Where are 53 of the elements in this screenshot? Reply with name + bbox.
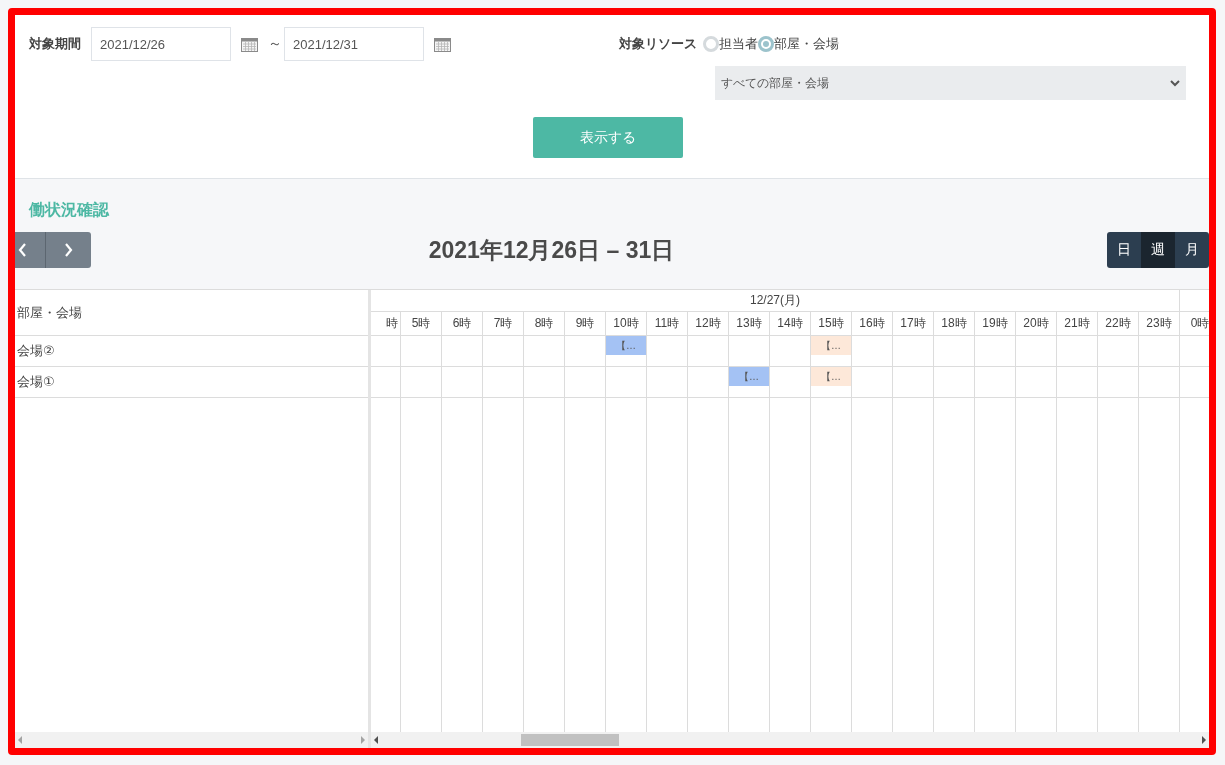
date-field[interactable]: 2021/12/26 [91, 27, 231, 61]
scroll-left-icon[interactable] [374, 736, 379, 744]
hour-label: 時 [386, 315, 398, 332]
chevron-right-icon [64, 243, 73, 257]
event-block[interactable]: 【… [729, 367, 769, 386]
view-tab[interactable]: 日 [1107, 232, 1141, 268]
hour-label: 18時 [941, 315, 967, 332]
page-title: 働状況確認 [27, 200, 110, 220]
resource-label: 対象リソース [619, 35, 697, 53]
hour-label: 5時 [411, 315, 431, 332]
radio-label[interactable]: 担当者 [719, 35, 758, 53]
chevron-left-icon [18, 243, 27, 257]
hour-label: 10時 [613, 315, 639, 332]
radio-button[interactable] [703, 36, 719, 52]
hour-label: 17時 [900, 315, 926, 332]
period-label: 対象期間 [29, 35, 81, 53]
hour-label: 20時 [1023, 315, 1049, 332]
hour-label: 0時 [1190, 315, 1209, 332]
hour-label: 7時 [493, 315, 513, 332]
next-button[interactable] [46, 232, 91, 268]
radio-label[interactable]: 部屋・会場 [774, 35, 839, 53]
hour-label: 19時 [982, 315, 1008, 332]
hour-label: 8時 [534, 315, 554, 332]
radio-button[interactable] [758, 36, 774, 52]
hour-label: 12時 [695, 315, 721, 332]
hour-label: 15時 [818, 315, 844, 332]
date-field[interactable]: 2021/12/31 [284, 27, 424, 61]
event-block[interactable]: 【… [811, 336, 851, 355]
hour-label: 9時 [575, 315, 595, 332]
event-block[interactable]: 【… [606, 336, 646, 355]
view-tab[interactable]: 週 [1141, 232, 1175, 268]
range-separator: ～ [268, 35, 282, 53]
scrollbar-thumb[interactable] [521, 734, 619, 746]
date-range-title: 2021年12月26日 – 31日 [427, 235, 676, 265]
hour-label: 16時 [859, 315, 885, 332]
resource-select[interactable]: すべての部屋・会場 [715, 66, 1186, 100]
hour-label: 13時 [736, 315, 762, 332]
event-block[interactable]: 【… [811, 367, 851, 386]
hour-label: 11時 [654, 315, 680, 332]
hour-label: 23時 [1146, 315, 1172, 332]
resource-name: 会場② [15, 336, 368, 367]
calendar-icon[interactable] [434, 36, 451, 52]
view-tab[interactable]: 月 [1175, 232, 1209, 268]
day-header: 12/27(月) [750, 292, 800, 309]
resource-name: 会場① [15, 367, 368, 398]
hour-label: 14時 [777, 315, 803, 332]
scroll-right-icon[interactable] [1201, 736, 1206, 744]
hour-label: 21時 [1064, 315, 1090, 332]
hour-label: 22時 [1105, 315, 1131, 332]
calendar-icon[interactable] [241, 36, 258, 52]
hour-label: 6時 [452, 315, 472, 332]
chevron-down-icon [1170, 79, 1180, 87]
horizontal-scrollbar[interactable] [371, 732, 1209, 748]
